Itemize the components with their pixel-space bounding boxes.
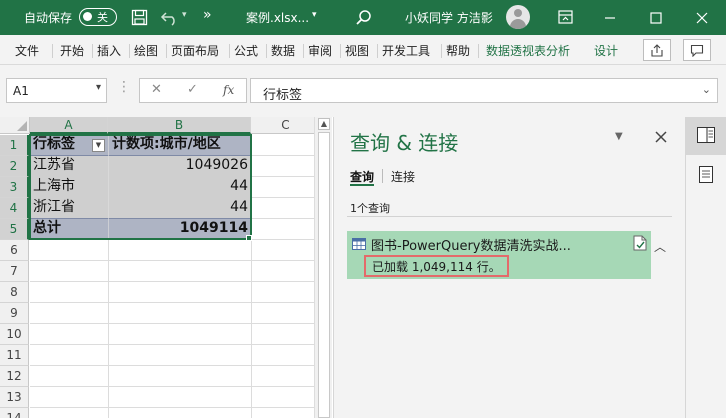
row-header[interactable]: 11 [0, 345, 29, 366]
cancel-icon[interactable]: ✕ [151, 82, 162, 97]
tab-insert[interactable]: 插入 [97, 42, 121, 59]
document-pane-icon[interactable] [699, 166, 713, 183]
active-tab-indicator [350, 184, 374, 186]
query-item[interactable]: 图书-PowerQuery数据清洗实战... 已加载 1,049,114 行。 [347, 231, 651, 279]
formula-content: 行标签 [263, 88, 303, 103]
minimize-button[interactable] [587, 0, 633, 35]
select-all-corner[interactable] [0, 117, 30, 134]
maximize-button[interactable] [633, 0, 679, 35]
row-header[interactable]: 13 [0, 387, 29, 408]
table-icon [352, 238, 366, 250]
formula-input[interactable]: 行标签 ⌄ [250, 78, 718, 103]
tab-view[interactable]: 视图 [345, 42, 369, 59]
maximize-icon [650, 11, 662, 24]
formula-bar-grip-icon: ⋮ [117, 79, 131, 95]
user-name[interactable]: 小妖同学 方洁影 [405, 9, 493, 26]
share-icon [651, 43, 663, 57]
row-header[interactable]: 9 [0, 303, 29, 324]
vertical-scrollbar[interactable]: ▲ [314, 117, 332, 418]
tab-developer[interactable]: 开发工具 [382, 42, 430, 59]
row-header[interactable]: 1 [0, 135, 29, 156]
autosave-toggle[interactable]: 关 [79, 8, 117, 26]
autosave-label: 自动保存 [24, 11, 73, 25]
fill-handle[interactable] [246, 235, 252, 241]
tab-page-layout[interactable]: 页面布局 [171, 42, 219, 59]
tab-pivottable-analyze[interactable]: 数据透视表分析 [486, 42, 570, 59]
close-window-button[interactable] [679, 0, 725, 35]
column-header-c[interactable]: C [251, 117, 314, 134]
tab-draw[interactable]: 绘图 [134, 42, 158, 59]
more-commands-icon[interactable]: » [203, 7, 212, 23]
formula-buttons: ✕ ✓ fx [139, 78, 247, 103]
row-header[interactable]: 2 [0, 156, 29, 177]
tab-formulas[interactable]: 公式 [234, 42, 258, 59]
minimize-icon [605, 16, 615, 19]
toggle-knob [83, 12, 92, 21]
row-header[interactable]: 3 [0, 177, 29, 198]
scrollbar-thumb[interactable] [318, 132, 330, 418]
close-icon [696, 12, 708, 23]
query-name[interactable]: 图书-PowerQuery数据清洗实战... [371, 235, 571, 254]
formula-bar: A1 ▾ ⋮ ✕ ✓ fx 行标签 ⌄ [0, 65, 726, 117]
column-header-b[interactable]: B [108, 117, 251, 134]
column-header-a[interactable]: A [30, 117, 108, 134]
tab-queries[interactable]: 查询 [350, 168, 374, 185]
autosave-state: 关 [97, 11, 108, 24]
task-pane-rail [685, 117, 726, 418]
tab-file[interactable]: 文件 [15, 42, 39, 59]
avatar[interactable] [506, 5, 530, 29]
row-header[interactable]: 14 [0, 408, 29, 418]
row-header[interactable]: 5 [0, 219, 29, 240]
name-box[interactable]: A1 ▾ [6, 78, 107, 103]
row-header[interactable]: 7 [0, 261, 29, 282]
pane-title: 查询 & 连接 [350, 131, 459, 155]
query-file-icon[interactable] [633, 235, 647, 251]
filename[interactable]: 案例.xlsx... [246, 9, 309, 26]
row-header[interactable]: 10 [0, 324, 29, 345]
ribbon-display-options-icon[interactable] [558, 10, 573, 24]
save-icon[interactable] [131, 9, 148, 26]
pane-options-icon[interactable]: ▼ [615, 131, 623, 142]
insert-function-icon[interactable]: fx [223, 83, 234, 97]
name-box-value: A1 [13, 84, 29, 98]
tab-design[interactable]: 设计 [594, 42, 618, 59]
tab-help[interactable]: 帮助 [446, 42, 470, 59]
share-button[interactable] [643, 39, 671, 61]
ribbon-tabs: 文件 开始 插入 绘图 页面布局 公式 数据 审阅 视图 开发工具 帮助 数据透… [0, 35, 726, 65]
row-header[interactable]: 8 [0, 282, 29, 303]
pane-layout-icon [697, 127, 715, 143]
row-header[interactable]: 12 [0, 366, 29, 387]
query-count: 1个查询 [350, 202, 390, 215]
tab-data[interactable]: 数据 [271, 42, 295, 59]
tab-home[interactable]: 开始 [60, 42, 84, 59]
row-header[interactable]: 4 [0, 198, 29, 219]
expand-formula-icon[interactable]: ⌄ [702, 83, 711, 96]
query-status: 已加载 1,049,114 行。 [364, 255, 509, 277]
undo-dropdown-icon[interactable]: ▾ [182, 10, 187, 20]
scroll-up-icon[interactable]: ▲ [318, 118, 330, 130]
comments-button[interactable] [683, 39, 711, 61]
tab-review[interactable]: 审阅 [308, 42, 332, 59]
name-box-dropdown-icon[interactable]: ▾ [96, 82, 101, 93]
close-pane-icon[interactable] [655, 131, 667, 143]
comment-icon [690, 44, 704, 57]
search-icon[interactable] [355, 9, 373, 27]
filename-dropdown-icon[interactable]: ▾ [312, 10, 317, 20]
undo-icon[interactable] [160, 9, 180, 26]
worksheet-grid[interactable]: A B C 1 2 3 4 5 6 7 8 9 10 11 12 13 14 行… [0, 117, 314, 418]
queries-connections-pane: 查询 & 连接 ▼ 查询 连接 1个查询 图书-PowerQuery数据清洗实战… [333, 117, 685, 418]
title-bar: 自动保存 关 ▾ » 案例.xlsx... ▾ 小妖同学 方洁影 [0, 0, 726, 35]
queries-pane-toggle[interactable] [686, 117, 726, 155]
selection-range [29, 134, 252, 240]
tab-connections[interactable]: 连接 [391, 168, 415, 185]
row-header[interactable]: 6 [0, 240, 29, 261]
enter-icon[interactable]: ✓ [187, 82, 198, 97]
collapse-chevron-icon[interactable]: ︿ [654, 238, 666, 255]
